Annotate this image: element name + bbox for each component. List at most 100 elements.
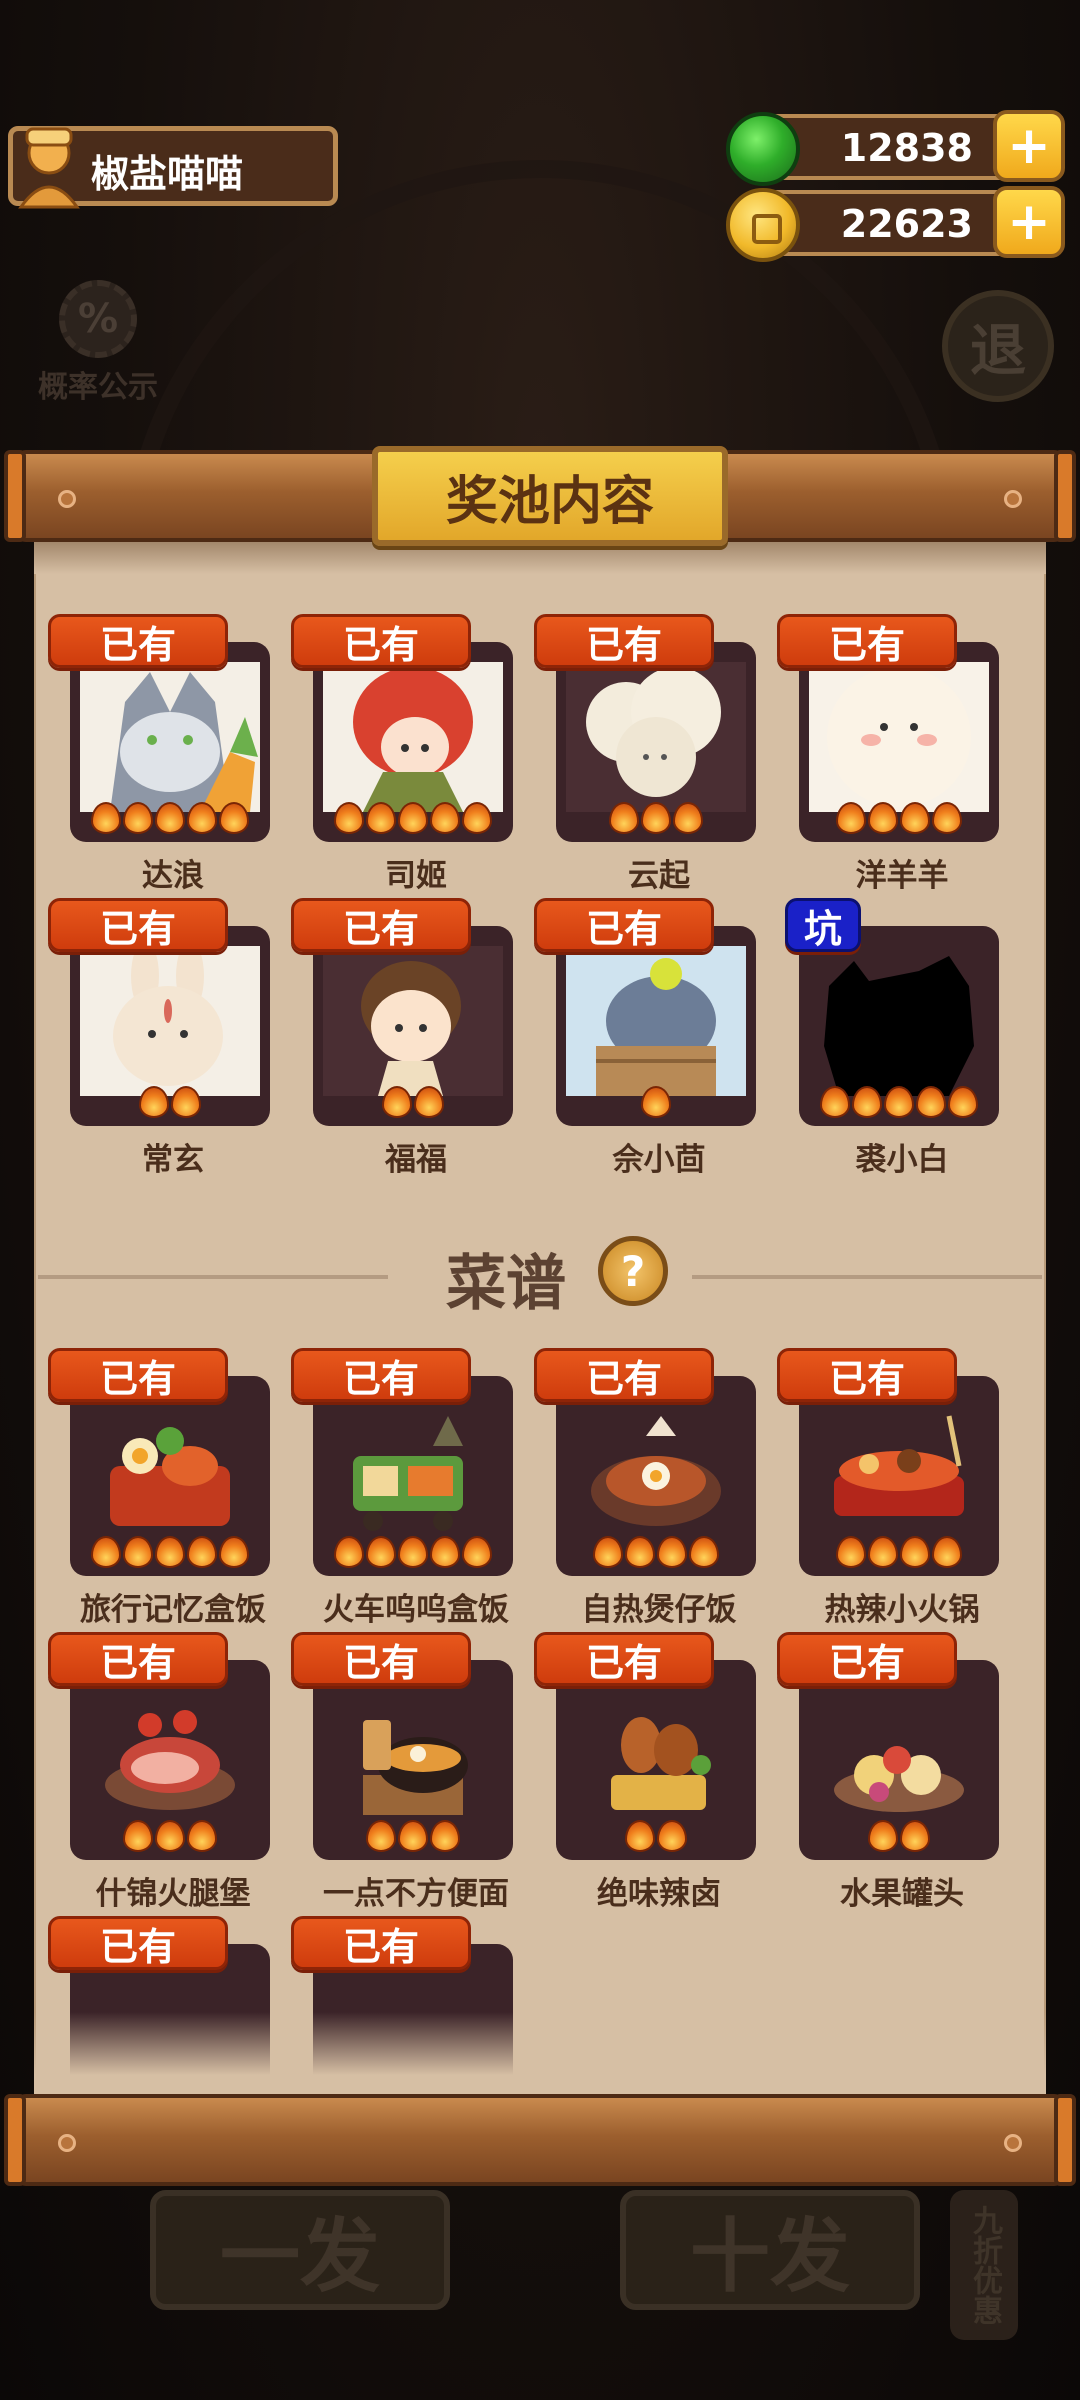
flame-icon [398, 1820, 428, 1852]
flame-icon [462, 1536, 492, 1568]
rarity-flames [313, 1820, 513, 1852]
flame-icon [868, 1820, 898, 1852]
character-name: 达浪 [142, 858, 204, 894]
pity-tag: 坑 [785, 898, 861, 952]
ten-draw-button[interactable]: 十发 [620, 2190, 920, 2310]
flame-icon [219, 1536, 249, 1568]
flame-icon [430, 1820, 460, 1852]
flame-icon [366, 1820, 396, 1852]
probability-button[interactable]: % 概率公示 [28, 280, 168, 410]
flame-icon [366, 802, 396, 834]
flame-icon [366, 1536, 396, 1568]
single-draw-button[interactable]: 一发 [150, 2190, 450, 2310]
character-card[interactable]: 已有 洋羊羊 [777, 614, 999, 894]
flame-icon [219, 802, 249, 834]
flame-icon [689, 1536, 719, 1568]
rarity-flames [799, 1536, 999, 1568]
flame-icon [673, 802, 703, 834]
flame-icon [900, 802, 930, 834]
rarity-flames [556, 1536, 756, 1568]
flame-icon [155, 1820, 185, 1852]
scroll-bottom-rod [4, 2094, 1076, 2186]
probability-label: 概率公示 [38, 370, 158, 405]
owned-tag: 已有 [291, 1916, 471, 1970]
recipe-card[interactable]: 已有 热辣小火锅 [777, 1348, 999, 1628]
recipe-name: 火车呜呜盒饭 [323, 1592, 509, 1628]
flame-icon [852, 1086, 882, 1118]
flame-icon [900, 1536, 930, 1568]
flame-icon [932, 1536, 962, 1568]
flame-icon [820, 1086, 850, 1118]
recipe-card[interactable]: 已有 自热煲仔饭 [534, 1348, 756, 1628]
character-card[interactable]: 坑 裘小白 [785, 898, 999, 1178]
recipe-name: 绝味辣卤 [597, 1876, 721, 1912]
recipe-card[interactable]: 已有 水果罐头 [777, 1632, 999, 1912]
character-name: 常玄 [142, 1142, 204, 1178]
flame-icon [948, 1086, 978, 1118]
flame-icon [123, 1820, 153, 1852]
rarity-flames [799, 1086, 999, 1118]
recipe-name: 一点不方便面 [323, 1876, 509, 1912]
character-card[interactable]: 已有 达浪 [48, 614, 270, 894]
recipe-name: 水果罐头 [840, 1876, 964, 1912]
percent-gear-icon: % [59, 280, 137, 358]
character-card[interactable]: 已有 佘小茴 [534, 898, 756, 1178]
add-gems-button[interactable]: + [993, 110, 1065, 182]
owned-tag: 已有 [291, 614, 471, 668]
character-name: 裘小白 [855, 1142, 949, 1178]
character-name: 云起 [628, 858, 690, 894]
owned-tag: 已有 [48, 1348, 228, 1402]
flame-icon [334, 802, 364, 834]
recipe-name: 热辣小火锅 [824, 1592, 980, 1628]
flame-icon [398, 1536, 428, 1568]
owned-tag: 已有 [777, 1348, 957, 1402]
help-button[interactable]: ? [598, 1236, 668, 1306]
flame-icon [155, 1536, 185, 1568]
owned-tag: 已有 [777, 614, 957, 668]
flame-icon [641, 1086, 671, 1118]
recipe-card[interactable]: 已有 火车呜呜盒饭 [291, 1348, 513, 1628]
owned-tag: 已有 [48, 614, 228, 668]
character-name: 司姬 [385, 858, 447, 894]
owned-tag: 已有 [534, 614, 714, 668]
rarity-flames [313, 1086, 513, 1118]
recipe-card[interactable]: 已有 什锦火腿堡 [48, 1632, 270, 1912]
owned-tag: 已有 [48, 898, 228, 952]
rarity-flames [313, 802, 513, 834]
owned-tag: 已有 [291, 1632, 471, 1686]
rarity-flames [556, 1086, 756, 1118]
coin-value: 22623 [840, 202, 973, 246]
owned-tag: 已有 [48, 1632, 228, 1686]
character-card[interactable]: 已有 福福 [291, 898, 513, 1178]
rarity-flames [70, 802, 270, 834]
coin-icon [726, 188, 800, 262]
chef-avatar-icon [18, 127, 80, 209]
character-card[interactable]: 已有 常玄 [48, 898, 270, 1178]
player-name: 椒盐喵喵 [91, 152, 244, 196]
owned-tag: 已有 [534, 1348, 714, 1402]
flame-icon [171, 1086, 201, 1118]
rarity-flames [556, 1820, 756, 1852]
owned-tag: 已有 [777, 1632, 957, 1686]
scroll-fade [34, 2012, 1046, 2102]
discount-badge: 九折优惠 [950, 2190, 1018, 2340]
gem-value: 12838 [840, 126, 973, 170]
add-coins-button[interactable]: + [993, 186, 1065, 258]
recipe-name: 什锦火腿堡 [95, 1876, 251, 1912]
flame-icon [884, 1086, 914, 1118]
character-card[interactable]: 已有 司姬 [291, 614, 513, 894]
recipe-card[interactable]: 已有 一点不方便面 [291, 1632, 513, 1912]
player-name-plate[interactable]: 椒盐喵喵 [8, 126, 338, 209]
character-card[interactable]: 已有 云起 [534, 614, 756, 894]
flame-icon [657, 1536, 687, 1568]
gem-counter: 12838 + [726, 110, 1065, 186]
flame-icon [868, 1536, 898, 1568]
recipe-card[interactable]: 已有 旅行记忆盒饭 [48, 1348, 270, 1628]
flame-icon [187, 1536, 217, 1568]
recipe-card[interactable]: 已有 绝味辣卤 [534, 1632, 756, 1912]
exit-button[interactable]: 退 [942, 290, 1054, 402]
flame-icon [123, 802, 153, 834]
flame-icon [932, 802, 962, 834]
coin-counter: 22623 + [726, 186, 1065, 262]
character-name: 佘小茴 [612, 1142, 706, 1178]
